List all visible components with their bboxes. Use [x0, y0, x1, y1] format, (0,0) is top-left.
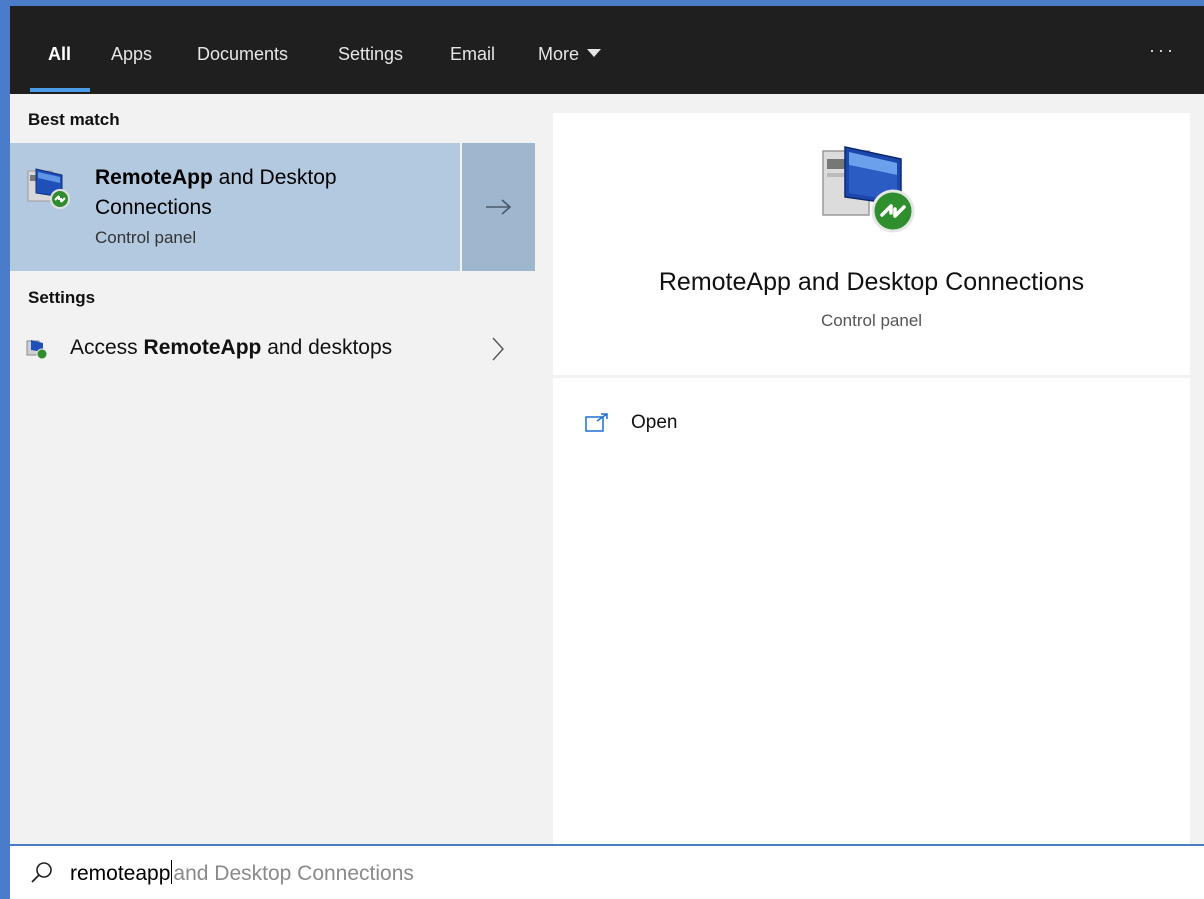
- search-typed-text: remoteapp: [70, 862, 171, 885]
- text-caret: [171, 860, 173, 885]
- setting-result-access-remoteapp[interactable]: Access RemoteApp and desktops: [10, 322, 535, 376]
- setting-label-suffix: and desktops: [261, 336, 393, 359]
- tab-more-label: More: [538, 44, 580, 64]
- tab-documents[interactable]: Documents: [197, 6, 288, 94]
- best-match-result[interactable]: RemoteApp and Desktop Connections Contro…: [10, 143, 460, 271]
- search-input[interactable]: remoteapp and Desktop Connections: [70, 860, 414, 886]
- tab-more[interactable]: More: [538, 6, 602, 94]
- settings-heading: Settings: [28, 288, 96, 307]
- search-autocomplete-suggestion: and Desktop Connections: [173, 862, 414, 885]
- open-details-button[interactable]: [462, 143, 535, 271]
- remoteapp-icon: [26, 167, 76, 218]
- chevron-right-icon: [490, 336, 506, 367]
- caret-down-icon: [587, 49, 602, 58]
- best-match-title: RemoteApp and Desktop Connections: [95, 163, 425, 223]
- setting-label-bold: RemoteApp: [143, 336, 262, 359]
- tab-all[interactable]: All: [48, 6, 71, 94]
- search-box[interactable]: remoteapp and Desktop Connections: [10, 844, 1204, 899]
- open-external-icon: [585, 413, 608, 432]
- tab-apps[interactable]: Apps: [111, 6, 152, 94]
- open-action[interactable]: Open: [585, 408, 677, 438]
- best-match-heading: Best match: [28, 110, 120, 129]
- results-pane: Best match RemoteApp and Desktop Connect…: [10, 94, 535, 844]
- remoteapp-large-icon: [821, 143, 925, 244]
- filter-tab-bar: All Apps Documents Settings Email More ·…: [10, 6, 1204, 94]
- setting-label-prefix: Access: [70, 336, 144, 359]
- search-icon: [30, 861, 54, 890]
- preview-header: RemoteApp and Desktop Connections Contro…: [553, 113, 1190, 375]
- remoteapp-small-icon: [26, 338, 48, 365]
- arrow-right-icon: [485, 199, 511, 215]
- preview-app-title: RemoteApp and Desktop Connections: [658, 268, 1085, 296]
- tab-email[interactable]: Email: [450, 6, 495, 94]
- more-options-button[interactable]: ···: [1149, 6, 1176, 94]
- best-match-title-bold: RemoteApp: [95, 166, 213, 189]
- tab-settings[interactable]: Settings: [338, 6, 403, 94]
- active-tab-indicator: [30, 88, 90, 92]
- best-match-subtitle: Control panel: [95, 228, 197, 247]
- open-action-label: Open: [631, 412, 678, 433]
- setting-result-label: Access RemoteApp and desktops: [70, 336, 392, 360]
- preview-app-subtitle: Control panel: [820, 311, 923, 330]
- preview-actions: Open: [553, 378, 1190, 844]
